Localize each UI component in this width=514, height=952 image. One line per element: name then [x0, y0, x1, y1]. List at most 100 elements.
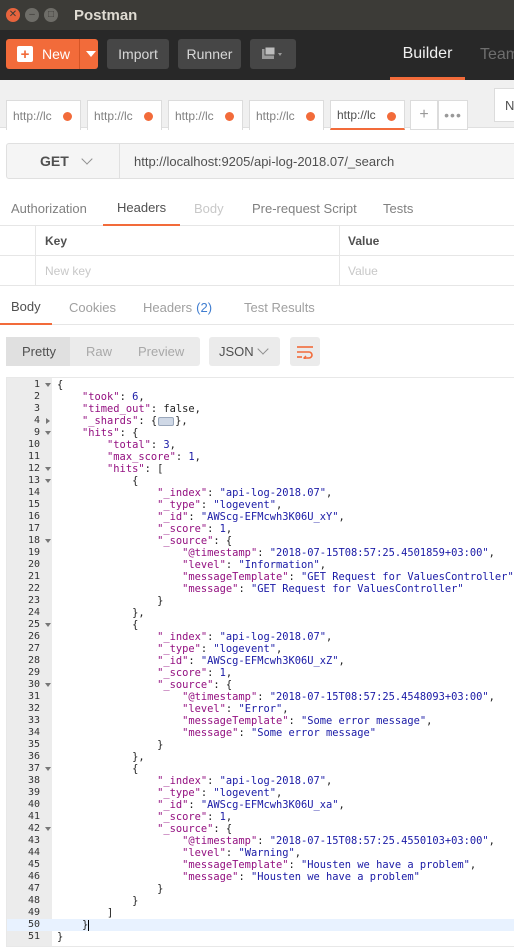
url-input[interactable]: http://localhost:9205/api-log-2018.07/_s… — [134, 144, 394, 178]
fold-open-icon[interactable] — [45, 431, 51, 435]
fold-open-icon[interactable] — [45, 683, 51, 687]
new-value-input[interactable]: Value — [341, 256, 378, 286]
wrap-lines-button[interactable] — [290, 337, 320, 366]
format-select[interactable]: JSON — [209, 337, 280, 366]
headers-table: Key Value New key Value — [0, 226, 514, 286]
fold-open-icon[interactable] — [45, 467, 51, 471]
line-number: 50 — [27, 919, 40, 930]
response-body-editor[interactable]: 1{2 "took": 6, 3 "timed_out": false, 4 "_s… — [6, 377, 514, 947]
method-select[interactable]: GET — [7, 144, 120, 178]
code-line: 12 "hits": [ — [7, 463, 514, 475]
new-window-icon — [262, 46, 282, 59]
window-close-button[interactable]: ✕ — [6, 8, 20, 22]
chevron-down-icon — [257, 343, 269, 355]
line-number: 23 — [27, 595, 40, 606]
request-tab[interactable]: http://lc — [168, 100, 243, 130]
code-text: "_type": "logevent", — [157, 499, 283, 511]
code-line: 25 { — [7, 619, 514, 631]
plus-icon: + — [419, 106, 429, 123]
environment-select[interactable]: N — [494, 88, 514, 122]
request-section-tabs: Authorization Headers Body Pre-request S… — [0, 190, 514, 226]
unsaved-dot-icon — [306, 112, 315, 121]
tab-headers[interactable]: Headers — [103, 190, 181, 226]
new-button[interactable]: + New — [6, 39, 98, 69]
fold-open-icon[interactable] — [45, 539, 51, 543]
request-tab[interactable]: http://lc — [6, 100, 81, 130]
code-text: } — [57, 931, 64, 943]
tab-authorization[interactable]: Authorization — [11, 190, 87, 226]
code-text: "messageTemplate": "GET Request for Valu… — [182, 571, 514, 583]
code-text: "_source": { — [157, 535, 233, 547]
code-line: 18 "_source": { — [7, 535, 514, 547]
code-line: 4 "_shards": {}, — [7, 415, 514, 427]
code-text: "_type": "logevent", — [157, 787, 283, 799]
line-number: 21 — [27, 571, 40, 582]
plus-icon: + — [17, 46, 33, 62]
code-text: "_shards": {}, — [82, 415, 188, 427]
line-number: 31 — [27, 691, 40, 702]
pretty-button[interactable]: Pretty — [6, 337, 70, 366]
fold-open-icon[interactable] — [45, 383, 51, 387]
code-line: 30 "_source": { — [7, 679, 514, 691]
tab-test-results[interactable]: Test Results — [244, 290, 315, 325]
table-row: New key Value — [0, 256, 514, 286]
headers-count-badge: (2) — [196, 300, 213, 315]
preview-button[interactable]: Preview — [138, 337, 184, 366]
fold-open-icon[interactable] — [45, 479, 51, 483]
request-tab-active[interactable]: http://lc — [330, 100, 405, 130]
line-number: 49 — [27, 907, 40, 918]
more-tabs-button[interactable]: ••• — [438, 100, 468, 130]
fold-open-icon[interactable] — [45, 827, 51, 831]
ellipsis-icon: ••• — [444, 107, 462, 123]
collapsed-ellipsis-icon[interactable] — [158, 416, 175, 426]
unsaved-dot-icon — [63, 112, 72, 121]
code-line: 20 "level": "Information", — [7, 559, 514, 571]
fold-closed-icon[interactable] — [46, 418, 50, 424]
format-select-label: JSON — [219, 344, 254, 359]
window-minimize-button[interactable]: – — [25, 8, 39, 22]
add-tab-button[interactable]: + — [410, 100, 438, 130]
code-text: "timed_out": false, — [82, 403, 201, 415]
tab-team-library[interactable]: Team — [480, 30, 514, 80]
line-number: 48 — [27, 895, 40, 906]
request-tab[interactable]: http://lc — [249, 100, 324, 130]
code-line: 32 "level": "Error", — [7, 703, 514, 715]
chevron-down-icon — [81, 153, 93, 165]
raw-button[interactable]: Raw — [86, 337, 112, 366]
code-line: 48 } — [7, 895, 514, 907]
request-tab-label: http://lc — [13, 108, 52, 123]
new-dropdown-caret-icon[interactable] — [86, 51, 96, 57]
key-column-header: Key — [37, 226, 340, 256]
tab-response-body[interactable]: Body — [0, 290, 52, 325]
import-button[interactable]: Import — [107, 39, 169, 69]
line-number: 18 — [27, 535, 40, 546]
code-line: 26 "_index": "api-log-2018.07", — [7, 631, 514, 643]
row-checkbox-cell — [0, 256, 36, 286]
new-key-input[interactable]: New key — [37, 256, 340, 286]
runner-button[interactable]: Runner — [178, 39, 241, 69]
code-line: 22 "message": "GET Request for ValuesCon… — [7, 583, 514, 595]
window-maximize-button[interactable]: □ — [44, 8, 58, 22]
code-line: 14 "_index": "api-log-2018.07", — [7, 487, 514, 499]
line-number: 37 — [27, 763, 40, 774]
tab-body[interactable]: Body — [194, 190, 224, 226]
tab-cookies[interactable]: Cookies — [69, 290, 116, 325]
fold-open-icon[interactable] — [45, 623, 51, 627]
code-line: 23 } — [7, 595, 514, 607]
tab-tests[interactable]: Tests — [383, 190, 413, 226]
code-line: 47 } — [7, 883, 514, 895]
tab-response-headers[interactable]: Headers (2) — [143, 290, 212, 325]
code-line: 44 "level": "Warning", — [7, 847, 514, 859]
code-text: }, — [57, 751, 145, 763]
new-window-button[interactable] — [250, 39, 296, 69]
code-text: }, — [57, 607, 145, 619]
fold-open-icon[interactable] — [45, 767, 51, 771]
checkbox-column-header — [0, 226, 36, 256]
tab-builder[interactable]: Builder — [390, 30, 465, 80]
tab-pre-request-script[interactable]: Pre-request Script — [252, 190, 357, 226]
code-line: 17 "_score": 1, — [7, 523, 514, 535]
json-code-view: 1{2 "took": 6, 3 "timed_out": false, 4 "_s… — [7, 379, 514, 943]
request-tab[interactable]: http://lc — [87, 100, 162, 130]
line-number: 45 — [27, 859, 40, 870]
url-bar: GET http://localhost:9205/api-log-2018.0… — [6, 143, 514, 179]
